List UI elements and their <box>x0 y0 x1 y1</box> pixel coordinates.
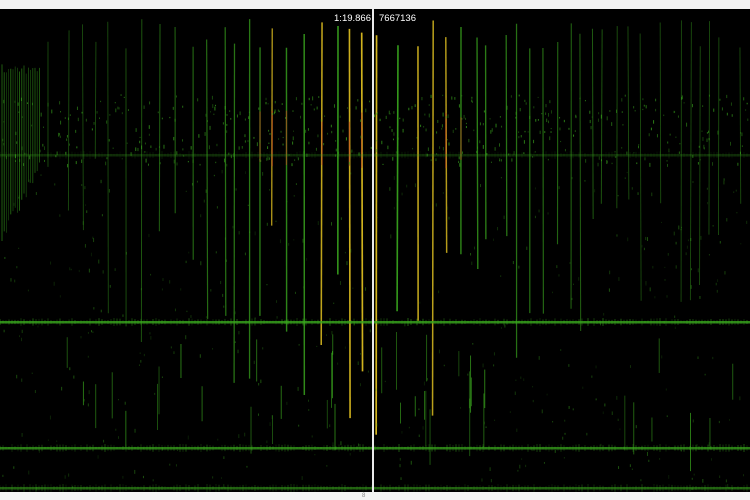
playhead-cursor[interactable] <box>372 9 374 492</box>
time-readout: 1:19.866 <box>334 13 371 24</box>
timeline-marker: 8 <box>362 493 366 499</box>
sample-readout: 7667136 <box>379 13 416 24</box>
spectrogram-canvas[interactable] <box>0 9 750 492</box>
top-timeline-strip[interactable] <box>0 0 750 9</box>
bottom-timeline-strip[interactable]: 8 <box>0 492 750 500</box>
time-sample-readout: 1:19.866 7667136 <box>0 13 750 24</box>
spectrogram-view[interactable]: 1:19.866 7667136 8 <box>0 0 750 500</box>
